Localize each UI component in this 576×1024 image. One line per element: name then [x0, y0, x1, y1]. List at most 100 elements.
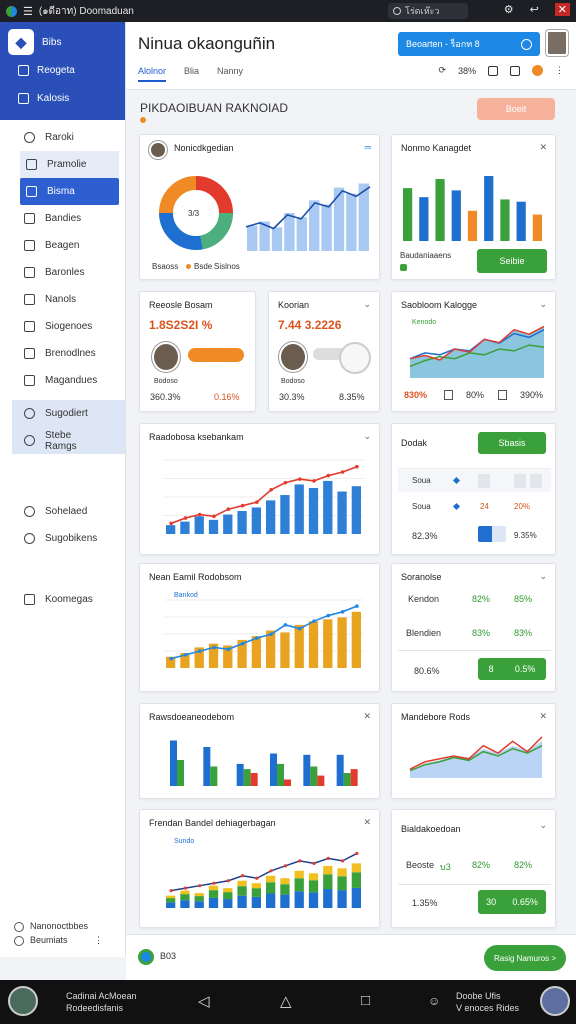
bar — [308, 487, 319, 534]
card-action-button[interactable]: Seibie — [477, 249, 547, 273]
close-icon[interactable]: ✕ — [363, 817, 371, 828]
sidebar-item-label: Koomegas — [45, 594, 93, 605]
bar — [266, 500, 276, 534]
sidebar-top-item-0[interactable]: Reogeta — [0, 56, 125, 84]
bar — [403, 188, 413, 241]
chevron-down-icon[interactable]: ⌄ — [363, 299, 371, 310]
bar — [294, 624, 304, 668]
sidebar-item-5[interactable]: Baronles — [0, 259, 125, 286]
chart-icon — [24, 294, 35, 305]
sidebar-item-3[interactable]: Bandies — [0, 205, 125, 232]
sidebar-top-item-1[interactable]: Kalosis — [0, 84, 125, 112]
sidebar-item-0[interactable]: Raroki — [0, 124, 125, 151]
point — [255, 876, 259, 880]
sidebar-header: ◆ Bibs Reogeta Kalosis — [0, 22, 125, 120]
avatar[interactable] — [540, 986, 570, 1016]
app-icon — [6, 5, 17, 17]
sys-right-1: Doobe Ufis — [456, 991, 501, 1001]
bottom-action-button[interactable]: Rasig Namuros > — [484, 945, 566, 971]
tab-1[interactable]: Blia — [184, 66, 199, 82]
sidebar-item-7[interactable]: Siogenoes — [0, 313, 125, 340]
primary-action-label: Beoarten - ร็อกท 8 — [406, 39, 480, 49]
point — [355, 851, 359, 856]
divider — [398, 650, 551, 651]
sidebar-extra-0[interactable]: Sohelaed — [0, 498, 125, 525]
kpi-value: 7.44 3.2226 — [278, 318, 342, 332]
legend-dot-icon — [186, 264, 191, 269]
refresh-icon[interactable]: ⟳ — [438, 65, 446, 76]
sidebar-item-9[interactable]: Magandues — [0, 367, 125, 394]
print-icon[interactable] — [510, 65, 520, 76]
card-kpi-1: Reeosle Bosam 1.8S2S2I % Bodoso 360.3% 0… — [139, 291, 256, 412]
bar — [280, 495, 290, 534]
sidebar-group-0[interactable]: Sugodiert — [12, 400, 125, 427]
btn-a: 30 — [486, 897, 497, 907]
avatar-caption: Bodoso — [281, 378, 305, 385]
close-icon[interactable]: ✕ — [539, 142, 547, 153]
sidebar-item-label: Baronles — [45, 267, 85, 278]
avatar[interactable] — [546, 30, 568, 56]
close-icon[interactable]: ✕ — [539, 711, 547, 722]
sidebar-item-label: Pramolie — [47, 159, 87, 170]
emoji-icon[interactable]: ☺ — [428, 994, 440, 1008]
sidebar-extra-1[interactable]: Sugobikens — [0, 525, 125, 552]
bar-segment — [266, 893, 276, 908]
bar — [308, 621, 319, 668]
bar — [336, 754, 344, 786]
bar-segment — [266, 882, 276, 894]
primary-action-button[interactable]: Beoarten - ร็อกท 8 — [398, 32, 540, 56]
sidebar-item-6[interactable]: Nanols — [0, 286, 125, 313]
sidebar-group-1[interactable]: Stebe Ramgs — [12, 427, 125, 454]
summary-button[interactable]: 8 0.5% — [478, 658, 546, 680]
chevron-down-icon[interactable]: ⌄ — [539, 820, 547, 831]
status-dot-icon — [400, 264, 407, 271]
card-title: Mandebore Rods — [401, 712, 471, 722]
sidebar-other[interactable]: Koomegas — [0, 586, 125, 613]
tab-2[interactable]: Nanny — [217, 66, 243, 82]
card-action-button[interactable]: Sbasis — [478, 432, 546, 454]
avatar — [149, 141, 167, 159]
back-icon[interactable]: ↩ — [530, 3, 539, 16]
summary-button[interactable]: 30 0.65% — [478, 890, 546, 914]
home-icon[interactable]: △ — [280, 992, 292, 1010]
settings-icon[interactable]: ⚙ — [504, 3, 514, 16]
bar — [516, 201, 526, 241]
chevron-down-icon[interactable]: ⌄ — [363, 431, 371, 442]
notification-icon[interactable] — [532, 65, 543, 76]
bar-segment — [308, 873, 319, 881]
point — [212, 514, 216, 519]
search-input[interactable]: โร่ดเห๊ะว — [388, 3, 468, 19]
tab-0[interactable]: Alolnor — [138, 66, 167, 82]
section-button[interactable]: Boeit — [477, 98, 555, 120]
point — [240, 503, 245, 508]
brand[interactable]: ◆ Bibs — [0, 28, 125, 56]
menu-icon[interactable]: ═ — [365, 142, 371, 152]
recents-icon[interactable]: □ — [361, 992, 370, 1009]
sidebar-item-4[interactable]: Beagen — [0, 232, 125, 259]
sys-left-1: Cadinai AcMoean — [66, 991, 137, 1001]
more-icon[interactable]: ⋮ — [94, 935, 103, 945]
window-title: (๑ดีอาท) Doomaduan — [38, 5, 134, 17]
stat-1: 830% — [404, 390, 428, 400]
avatar[interactable] — [8, 986, 38, 1016]
sidebar-item-2[interactable]: Bisma — [20, 178, 119, 205]
sidebar-item-1[interactable]: Pramolie — [20, 151, 119, 178]
close-icon[interactable]: ✕ — [554, 3, 570, 16]
more-icon[interactable]: ⋮ — [555, 65, 564, 76]
foot-right: 9.35% — [514, 531, 537, 540]
point — [240, 641, 245, 646]
menu-icon[interactable]: ☰ — [23, 5, 33, 18]
close-icon[interactable]: ✕ — [363, 711, 371, 722]
chevron-down-icon[interactable]: ⌄ — [539, 571, 547, 582]
chevron-down-icon[interactable]: ⌄ — [539, 299, 547, 310]
share-icon[interactable] — [488, 65, 498, 76]
point — [226, 507, 231, 512]
sidebar-item-8[interactable]: Brenodlnes — [0, 340, 125, 367]
card-summary-2: Bialdakoedoan ⌄ Beoste บ3 82% 82% 1.35% … — [391, 809, 556, 928]
foot-right: 0.16% — [214, 392, 240, 402]
bar — [243, 769, 251, 786]
sidebar-user[interactable]: Nanonoctbbes Beumiats ⋮ — [0, 911, 126, 957]
bar — [317, 775, 325, 786]
back-icon[interactable]: ◁ — [198, 992, 210, 1010]
bar — [194, 516, 204, 534]
